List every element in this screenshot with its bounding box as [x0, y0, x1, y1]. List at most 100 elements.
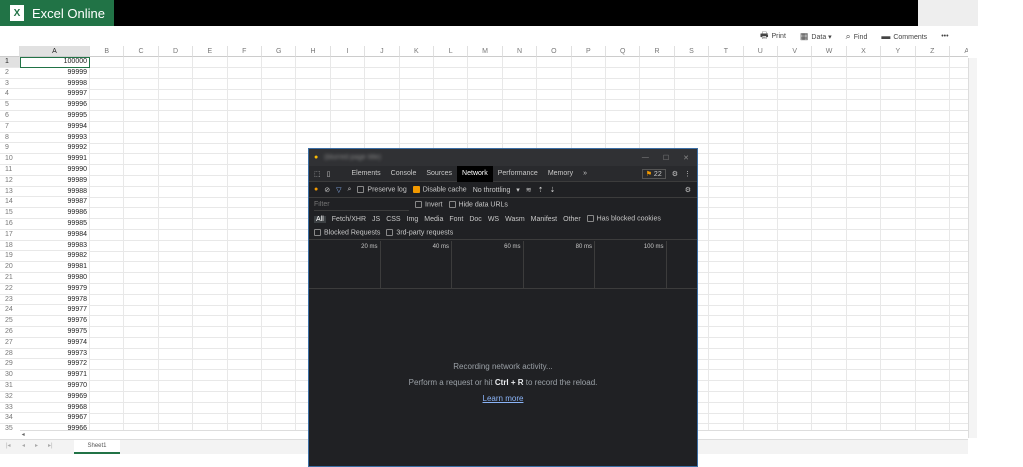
cell-A19[interactable]: 99982 [20, 251, 90, 263]
invert-checkbox[interactable]: Invert [415, 201, 443, 209]
row-header[interactable]: 4 [0, 89, 20, 101]
row-header[interactable]: 34 [0, 413, 20, 425]
clear-icon[interactable]: ⊘ [324, 186, 330, 194]
type-filter-img[interactable]: Img [407, 216, 419, 223]
hide-data-urls-checkbox[interactable]: Hide data URLs [448, 201, 508, 209]
cell-A6[interactable]: 99995 [20, 111, 90, 122]
network-timeline[interactable]: 20 ms 40 ms 60 ms 80 ms 100 ms [309, 241, 697, 289]
row-header[interactable]: 6 [0, 111, 20, 122]
cell-A18[interactable]: 99983 [20, 240, 90, 252]
maximize-button[interactable]: ☐ [663, 154, 669, 162]
column-header-X[interactable]: X [846, 46, 882, 57]
row-header[interactable]: 27 [0, 338, 20, 349]
column-header-R[interactable]: R [640, 46, 675, 57]
inspect-icon[interactable]: ⬚ [314, 170, 321, 178]
row-header[interactable]: 11 [0, 165, 20, 176]
row-header[interactable]: 29 [0, 359, 20, 371]
row-header[interactable]: 23 [0, 295, 20, 306]
cell-A3[interactable]: 99998 [20, 78, 90, 90]
cell-A33[interactable]: 99968 [20, 402, 90, 414]
column-header-G[interactable]: G [262, 46, 297, 57]
type-filter-font[interactable]: Font [449, 216, 463, 223]
settings-icon[interactable]: ⚙ [672, 170, 678, 178]
minimize-button[interactable]: — [642, 154, 649, 161]
column-header-D[interactable]: D [158, 46, 194, 57]
row-header[interactable]: 31 [0, 381, 20, 392]
row-header[interactable]: 26 [0, 327, 20, 338]
cell-A4[interactable]: 99997 [20, 89, 90, 101]
cell-A31[interactable]: 99970 [20, 381, 90, 392]
row-header[interactable]: 32 [0, 392, 20, 403]
more-button[interactable]: ••• [941, 33, 948, 40]
column-header-N[interactable]: N [502, 46, 538, 57]
row-header[interactable]: 18 [0, 241, 20, 252]
filter-input[interactable] [314, 199, 409, 211]
tab-sources[interactable]: Sources [421, 166, 457, 182]
preserve-log-checkbox[interactable]: Preserve log [357, 185, 407, 193]
more-options-icon[interactable]: ⋮ [684, 170, 691, 178]
cell-A11[interactable]: 99990 [20, 165, 90, 176]
type-filter-manifest[interactable]: Manifest [531, 216, 557, 223]
cell-A30[interactable]: 99971 [20, 370, 90, 381]
row-header[interactable]: 33 [0, 403, 20, 414]
column-header-Y[interactable]: Y [881, 46, 916, 57]
tab-[interactable]: » [578, 166, 592, 182]
cell-A24[interactable]: 99977 [20, 305, 90, 317]
column-header-S[interactable]: S [674, 46, 710, 57]
row-header[interactable]: 16 [0, 219, 20, 230]
third-party-checkbox[interactable]: 3rd-party requests [386, 228, 453, 236]
type-filter-other[interactable]: Other [563, 216, 581, 223]
cell-A16[interactable]: 99985 [20, 219, 90, 230]
sheet-tab[interactable]: Sheet1 [74, 440, 120, 454]
tab-network[interactable]: Network [457, 165, 493, 182]
row-header[interactable]: 15 [0, 208, 20, 219]
cell-A25[interactable]: 99976 [20, 316, 90, 327]
row-header[interactable]: 19 [0, 251, 20, 263]
prev-sheet-button[interactable]: ◂ [22, 442, 25, 449]
cell-A26[interactable]: 99975 [20, 327, 90, 338]
learn-more-link[interactable]: Learn more [483, 394, 524, 403]
column-header-K[interactable]: K [399, 46, 434, 57]
column-header-B[interactable]: B [90, 46, 125, 57]
row-header[interactable]: 25 [0, 316, 20, 327]
type-filter-doc[interactable]: Doc [469, 216, 481, 223]
tab-performance[interactable]: Performance [493, 166, 543, 182]
type-filter-fetch-xhr[interactable]: Fetch/XHR [332, 216, 366, 223]
row-header[interactable]: 28 [0, 349, 20, 360]
column-header-V[interactable]: V [778, 46, 813, 57]
cell-A23[interactable]: 99978 [20, 294, 90, 306]
next-sheet-button[interactable]: ▸ [35, 442, 38, 449]
column-header-T[interactable]: T [709, 46, 744, 57]
network-conditions-icon[interactable]: ≋ [526, 186, 532, 194]
tab-elements[interactable]: Elements [346, 166, 385, 182]
select-all-corner[interactable] [0, 46, 20, 57]
column-header-A[interactable]: A [950, 46, 968, 57]
column-header-F[interactable]: F [227, 46, 262, 57]
cell-A7[interactable]: 99994 [20, 121, 90, 133]
row-header[interactable]: 10 [0, 154, 20, 165]
column-header-U[interactable]: U [743, 46, 778, 57]
column-header-A[interactable]: A [20, 46, 90, 57]
cell-A20[interactable]: 99981 [20, 262, 90, 273]
row-header[interactable]: 2 [0, 68, 20, 79]
row-header[interactable]: 9 [0, 143, 20, 155]
type-filter-wasm[interactable]: Wasm [505, 216, 525, 223]
throttling-select[interactable]: No throttling ▾ [473, 186, 520, 194]
row-header[interactable]: 13 [0, 187, 20, 198]
device-toggle-icon[interactable]: ▯ [327, 170, 331, 178]
cell-A15[interactable]: 99986 [20, 208, 90, 219]
column-header-P[interactable]: P [571, 46, 606, 57]
import-har-icon[interactable]: ⇡ [538, 186, 544, 194]
record-icon[interactable]: ● [314, 186, 318, 193]
row-header[interactable]: 24 [0, 305, 20, 317]
cell-A28[interactable]: 99973 [20, 348, 90, 360]
row-header[interactable]: 17 [0, 230, 20, 241]
type-filter-css[interactable]: CSS [386, 216, 400, 223]
column-header-Z[interactable]: Z [915, 46, 950, 57]
tab-memory[interactable]: Memory [543, 166, 578, 182]
network-settings-icon[interactable]: ⚙ [685, 186, 691, 194]
search-icon[interactable]: ⌕ [348, 186, 352, 194]
cell-A8[interactable]: 99993 [20, 132, 90, 144]
column-header-E[interactable]: E [193, 46, 228, 57]
column-header-L[interactable]: L [434, 46, 469, 57]
